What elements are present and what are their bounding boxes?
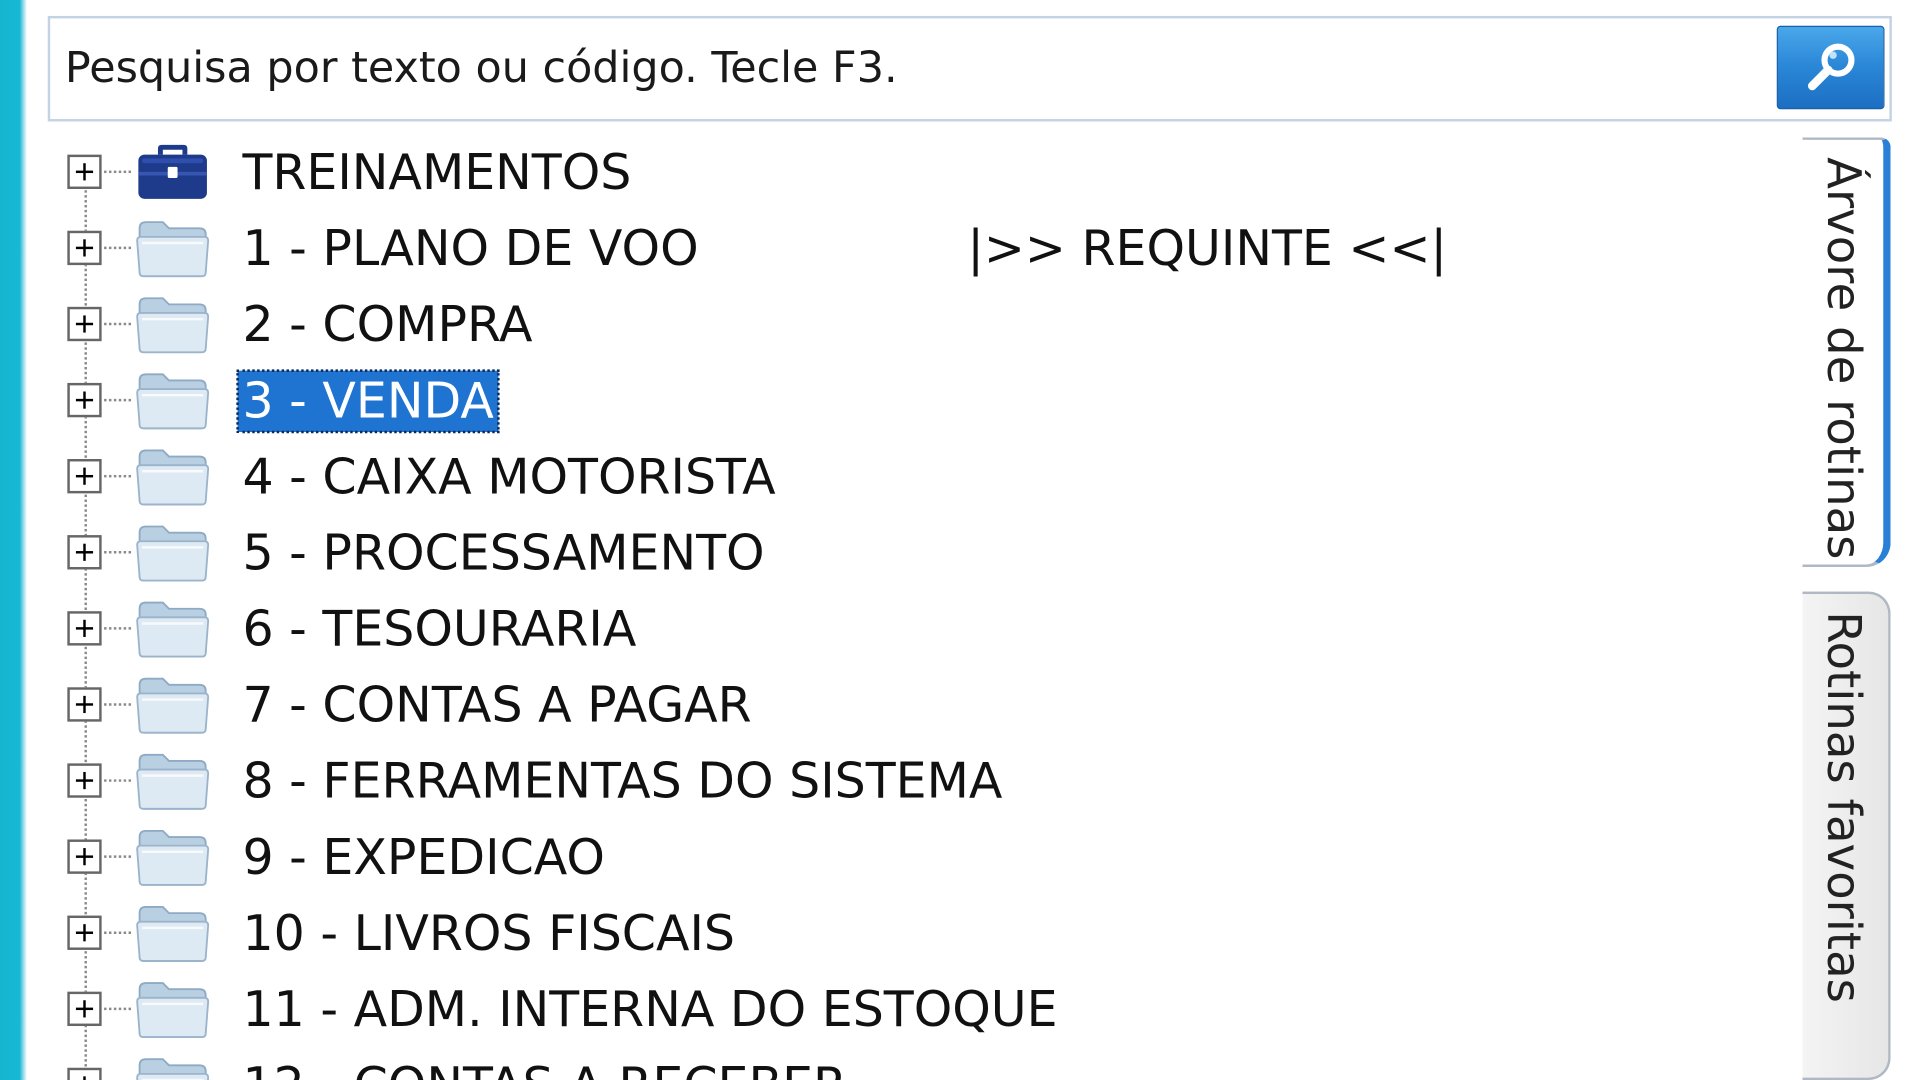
expand-plus-icon[interactable] [67,535,102,570]
folder-icon [135,977,211,1041]
tree-node-label[interactable]: TREINAMENTOS [238,142,637,203]
routine-tree: TREINAMENTOS 1 - PLANO DE VOO |>> REQUINTE… [49,137,1788,1080]
expand-plus-icon[interactable] [67,382,102,418]
tree-node-label[interactable]: 12 - CONTAS A RECEBER [238,1055,852,1080]
tree-node-label[interactable]: 10 - LIVROS FISCAIS [238,903,740,964]
tree-connector-dots [104,703,132,706]
tree-node-label[interactable]: 11 - ADM. INTERNA DO ESTOQUE [238,979,1063,1040]
folder-icon [135,368,211,432]
tab-arvore-de-rotinas[interactable]: Árvore de rotinas [1802,137,1891,568]
tab-label: Árvore de rotinas [1817,157,1872,560]
folder-icon [135,596,211,660]
tree-connector-dots [104,779,132,782]
tree-node[interactable]: 7 - CONTAS A PAGAR [49,670,1763,739]
folder-icon [135,673,211,737]
search-input[interactable] [64,18,1755,120]
folder-icon [135,444,211,508]
tree-connector-dots [104,551,132,554]
expand-plus-icon[interactable] [67,991,102,1027]
expand-plus-icon[interactable] [67,306,102,342]
window-edge-strip [0,0,27,1080]
briefcase-icon [135,140,211,204]
tree-node[interactable]: 11 - ADM. INTERNA DO ESTOQUE [49,974,1763,1043]
folder-icon [135,825,211,889]
tree-node[interactable]: 6 - TESOURARIA [49,594,1763,663]
tree-connector-dots [104,246,132,250]
folder-icon [135,292,211,356]
expand-plus-icon[interactable] [67,1067,102,1080]
tree-node[interactable]: 8 - FERRAMENTAS DO SISTEMA [49,746,1763,815]
tab-rotinas-favoritas[interactable]: Rotinas favoritas [1802,591,1891,1080]
tree-node[interactable]: 4 - CAIXA MOTORISTA [49,442,1763,511]
tree-node[interactable]: 10 - LIVROS FISCAIS [49,898,1763,967]
search-button[interactable] [1776,25,1885,110]
tree-node[interactable]: 12 - CONTAS A RECEBER [49,1051,1763,1080]
tree-node[interactable]: TREINAMENTOS [49,137,1763,206]
expand-plus-icon[interactable] [67,154,102,190]
expand-plus-icon[interactable] [67,763,102,798]
tree-node[interactable]: 9 - EXPEDICAO [49,822,1763,891]
tree-node-extra-label: |>> REQUINTE <<| [967,220,1447,278]
folder-icon [135,216,211,280]
tree-connector-dots [104,627,132,630]
routine-navigator-panel: TREINAMENTOS 1 - PLANO DE VOO |>> REQUINTE… [0,0,1920,1080]
expand-plus-icon[interactable] [67,230,102,266]
expand-plus-icon[interactable] [67,459,102,494]
tree-node-label[interactable]: 1 - PLANO DE VOO [238,218,704,279]
expand-plus-icon[interactable] [67,687,102,722]
tree-node[interactable]: 5 - PROCESSAMENTO [49,518,1763,587]
tree-connector-dots [104,931,132,934]
tree-connector-dots [104,855,132,858]
tree-node-label[interactable]: 4 - CAIXA MOTORISTA [238,447,781,508]
folder-icon [135,901,211,965]
tree-node-label[interactable]: 3 - VENDA [236,369,501,434]
expand-plus-icon[interactable] [67,611,102,646]
tree-connector-dots [104,398,132,402]
tree-node-label[interactable]: 9 - EXPEDICAO [238,827,610,888]
tree-node-label[interactable]: 6 - TESOURARIA [238,599,642,660]
tab-label: Rotinas favoritas [1817,611,1872,1003]
tree-connector-dots [104,1007,132,1011]
expand-plus-icon[interactable] [67,839,102,874]
tree-node[interactable]: 2 - COMPRA [49,290,1763,359]
tree-node-label[interactable]: 5 - PROCESSAMENTO [238,523,770,584]
tree-node-label[interactable]: 7 - CONTAS A PAGAR [238,675,757,736]
tree-connector-dots [104,322,132,326]
tree-node-label[interactable]: 2 - COMPRA [238,295,538,356]
tree-node-label[interactable]: 8 - FERRAMENTAS DO SISTEMA [238,751,1008,812]
magnifier-icon [1807,43,1855,91]
tree-node[interactable]: 1 - PLANO DE VOO |>> REQUINTE <<| [49,214,1763,283]
search-box [47,15,1892,122]
folder-icon [135,520,211,584]
expand-plus-icon[interactable] [67,915,102,950]
side-tabs: Árvore de rotinas Rotinas favoritas [1802,137,1900,1080]
folder-icon [135,749,211,813]
tree-node[interactable]: 3 - VENDA [49,366,1763,435]
tree-connector-dots [104,474,132,478]
folder-icon [135,1053,211,1080]
tree-connector-dots [104,170,132,174]
